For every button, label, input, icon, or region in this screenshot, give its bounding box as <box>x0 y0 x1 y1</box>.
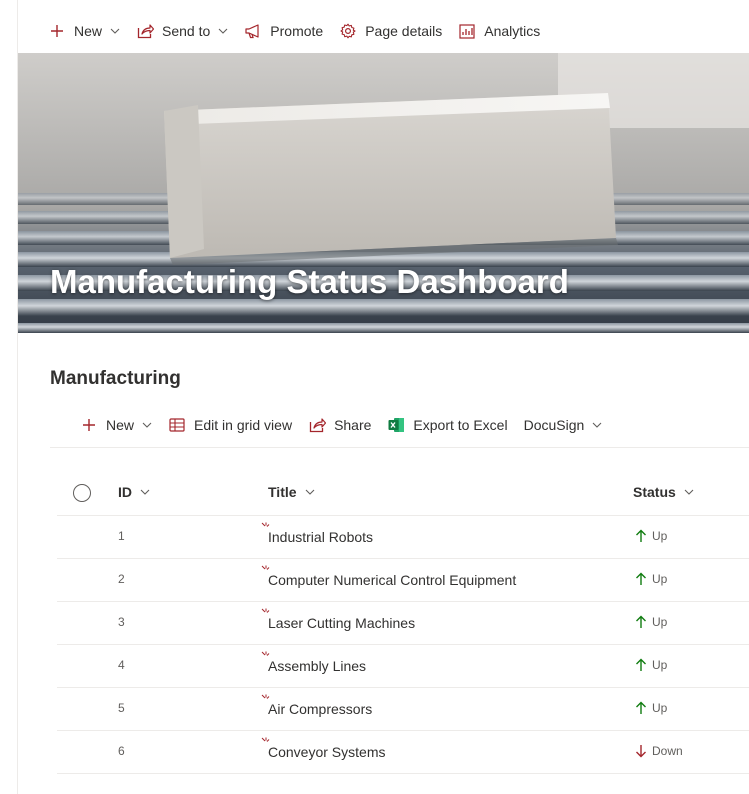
cell-title[interactable]: Industrial Robots <box>268 529 373 545</box>
table-row[interactable]: 1 Industrial Robots Up <box>57 516 749 559</box>
chevron-down-icon <box>218 26 228 36</box>
arrow-down-icon <box>635 743 649 759</box>
cell-title[interactable]: Air Compressors <box>268 701 372 717</box>
table-row[interactable]: 5 Air Compressors Up <box>57 688 749 731</box>
status-label: Up <box>652 701 668 715</box>
send-to-button[interactable]: Send to <box>136 22 228 40</box>
cell-title[interactable]: Computer Numerical Control Equipment <box>268 572 516 588</box>
arrow-up-icon <box>635 657 649 673</box>
column-header-title[interactable]: Title <box>268 484 315 500</box>
send-to-label: Send to <box>162 23 211 39</box>
column-header-id[interactable]: ID <box>118 484 150 500</box>
column-header-status[interactable]: Status <box>633 484 694 500</box>
share-label: Share <box>334 417 372 433</box>
table-header: ID Title Status <box>57 472 749 516</box>
edit-grid-button[interactable]: Edit in grid view <box>168 416 292 434</box>
list-new-label: New <box>106 417 135 433</box>
new-button-label: New <box>74 23 103 39</box>
cell-id: 5 <box>118 701 125 715</box>
divider <box>50 447 749 448</box>
arrow-up-icon <box>635 614 649 630</box>
analytics-icon <box>458 22 476 40</box>
share-icon <box>308 416 326 434</box>
list-title[interactable]: Manufacturing <box>50 368 181 390</box>
cell-id: 2 <box>118 572 125 586</box>
promote-button[interactable]: Promote <box>244 22 323 40</box>
table-row[interactable]: 2 Computer Numerical Control Equipment U… <box>57 559 749 602</box>
megaphone-icon <box>244 22 262 40</box>
export-excel-button[interactable]: Export to Excel <box>387 416 508 434</box>
docusign-button[interactable]: DocuSign <box>524 417 603 433</box>
page-details-label: Page details <box>365 23 443 39</box>
chevron-down-icon <box>592 420 602 430</box>
status-cell: Up <box>635 700 667 716</box>
table-row[interactable]: 6 Conveyor Systems Down <box>57 731 749 774</box>
arrow-up-icon <box>635 700 649 716</box>
status-cell: Down <box>635 743 683 759</box>
chevron-down-icon <box>684 489 694 495</box>
cell-id: 6 <box>118 744 125 758</box>
status-cell: Up <box>635 657 667 673</box>
status-cell: Up <box>635 571 667 587</box>
chevron-down-icon <box>140 489 150 495</box>
grid-icon <box>168 416 186 434</box>
hero-banner: Manufacturing Status Dashboard <box>18 53 749 333</box>
export-excel-label: Export to Excel <box>413 417 508 433</box>
edit-grid-label: Edit in grid view <box>194 417 293 433</box>
cell-title[interactable]: Conveyor Systems <box>268 744 385 760</box>
status-label: Up <box>652 615 668 629</box>
list-command-bar: New Edit in grid view Share Export to Ex… <box>80 412 618 438</box>
page-title: Manufacturing Status Dashboard <box>50 263 569 300</box>
excel-icon <box>387 416 405 434</box>
status-label: Up <box>652 572 668 586</box>
cell-id: 3 <box>118 615 125 629</box>
chevron-down-icon <box>142 420 152 430</box>
table-row[interactable]: 4 Assembly Lines Up <box>57 645 749 688</box>
chevron-down-icon <box>305 489 315 495</box>
cell-id: 4 <box>118 658 125 672</box>
share-icon <box>136 22 154 40</box>
new-button[interactable]: New <box>48 22 120 40</box>
page-command-bar: New Send to Promote Page details Analyti… <box>48 18 556 44</box>
docusign-label: DocuSign <box>523 417 585 433</box>
cell-title[interactable]: Assembly Lines <box>268 658 366 674</box>
cell-title[interactable]: Laser Cutting Machines <box>268 615 415 631</box>
list-table: ID Title Status 1 Industrial Robots Up 2… <box>57 472 749 774</box>
status-cell: Up <box>635 528 667 544</box>
promote-label: Promote <box>270 23 324 39</box>
chevron-down-icon <box>110 26 120 36</box>
status-label: Down <box>652 744 683 758</box>
column-header-title-label: Title <box>268 484 297 500</box>
status-label: Up <box>652 529 668 543</box>
column-header-id-label: ID <box>118 484 132 500</box>
plus-icon <box>80 416 98 434</box>
analytics-label: Analytics <box>484 23 541 39</box>
column-header-status-label: Status <box>633 484 676 500</box>
select-all-checkbox[interactable] <box>73 484 91 502</box>
share-button[interactable]: Share <box>308 416 371 434</box>
status-cell: Up <box>635 614 667 630</box>
status-label: Up <box>652 658 668 672</box>
gear-icon <box>339 22 357 40</box>
page-details-button[interactable]: Page details <box>339 22 442 40</box>
list-new-button[interactable]: New <box>80 416 152 434</box>
analytics-button[interactable]: Analytics <box>458 22 540 40</box>
arrow-up-icon <box>635 571 649 587</box>
table-row[interactable]: 3 Laser Cutting Machines Up <box>57 602 749 645</box>
arrow-up-icon <box>635 528 649 544</box>
cell-id: 1 <box>118 529 125 543</box>
plus-icon <box>48 22 66 40</box>
